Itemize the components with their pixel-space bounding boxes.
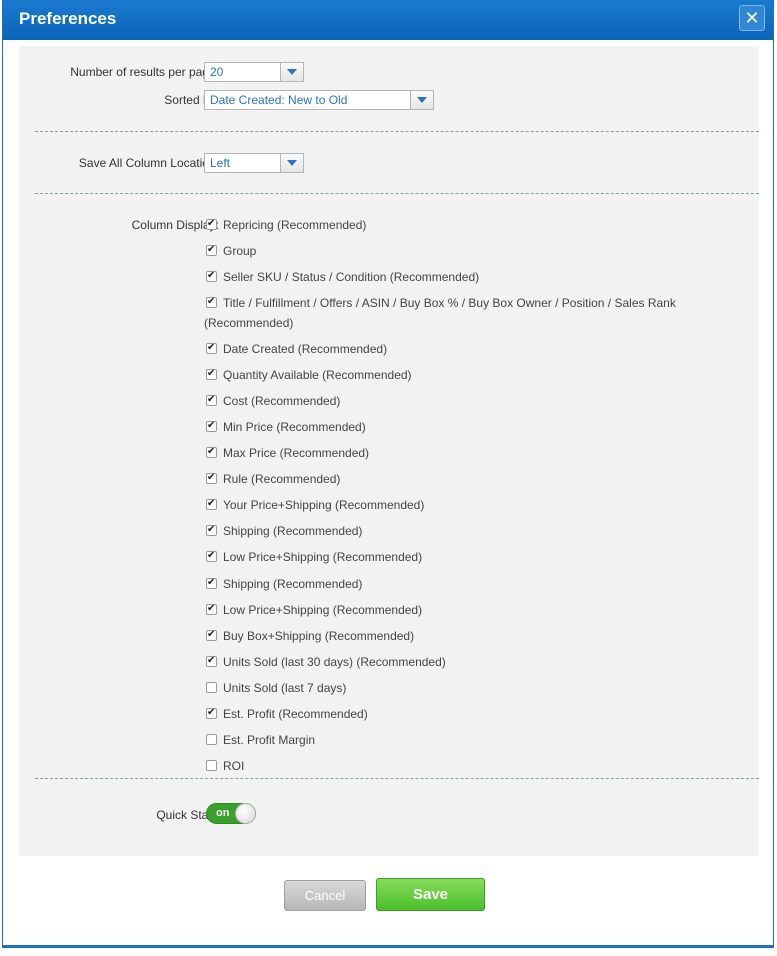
dialog-title: Preferences <box>19 9 117 28</box>
column-option-label: Low Price+Shipping (Recommended) <box>223 550 423 564</box>
chevron-down-icon <box>410 91 433 109</box>
column-option-label: Group <box>223 244 257 258</box>
checkbox[interactable] <box>206 682 217 693</box>
column-option-label: Est. Profit (Recommended) <box>223 707 368 721</box>
toggle-knob[interactable] <box>235 803 256 824</box>
column-option[interactable]: Est. Profit Margin <box>206 733 315 747</box>
close-icon[interactable]: ✕ <box>739 5 765 31</box>
column-option[interactable]: Seller SKU / Status / Condition (Recomme… <box>206 269 480 284</box>
checkbox[interactable] <box>206 471 217 485</box>
sorted-by-value: Date Created: New to Old <box>210 93 348 107</box>
column-option-label: Low Price+Shipping (Recommended) <box>223 603 423 617</box>
checkbox[interactable] <box>206 445 217 459</box>
column-option-label: Est. Profit Margin <box>223 733 316 747</box>
column-location-select[interactable]: Left <box>204 153 304 173</box>
column-option[interactable]: Your Price+Shipping (Recommended) <box>206 497 425 512</box>
column-option-label: Repricing (Recommended) <box>223 218 367 232</box>
column-option-label: Units Sold (last 30 days) (Recommended) <box>223 655 446 669</box>
column-option-label: Min Price (Recommended) <box>223 420 366 434</box>
results-per-page-value: 20 <box>210 65 224 79</box>
column-option-label: Shipping (Recommended) <box>223 577 363 591</box>
column-option[interactable]: Shipping (Recommended) <box>206 523 363 538</box>
checkbox[interactable] <box>206 341 217 355</box>
column-option[interactable]: Date Created (Recommended) <box>206 341 388 356</box>
column-option[interactable]: Cost (Recommended) <box>206 393 341 408</box>
column-option[interactable]: Est. Profit (Recommended) <box>206 706 368 721</box>
column-option[interactable]: Low Price+Shipping (Recommended) <box>206 602 423 617</box>
checkbox[interactable] <box>206 295 217 309</box>
checkbox[interactable] <box>206 419 217 433</box>
column-option[interactable]: Group <box>206 243 257 258</box>
save-button[interactable]: Save <box>376 878 485 911</box>
column-option-label: ROI <box>223 759 245 773</box>
cancel-button[interactable]: Cancel <box>284 880 366 911</box>
checkbox[interactable] <box>206 243 217 257</box>
sorted-by-select[interactable]: Date Created: New to Old <box>204 90 434 110</box>
column-option[interactable]: Units Sold (last 30 days) (Recommended) <box>206 654 446 669</box>
chevron-down-icon <box>280 154 303 172</box>
section-divider <box>35 778 759 779</box>
sorted-by-label: Sorted by: <box>164 93 219 107</box>
column-option[interactable]: Title / Fulfillment / Offers / ASIN / Bu… <box>204 295 676 330</box>
dialog-title-bar: Preferences ✕ <box>3 0 773 40</box>
column-option-label: Cost (Recommended) <box>223 394 341 408</box>
checkbox[interactable] <box>206 523 217 537</box>
results-per-page-select[interactable]: 20 <box>204 62 304 82</box>
chevron-down-icon <box>280 63 303 81</box>
checkbox[interactable] <box>206 497 217 511</box>
column-option-label: Your Price+Shipping (Recommended) <box>223 498 425 512</box>
checkbox[interactable] <box>206 393 217 407</box>
quick-start-state: on <box>216 807 230 819</box>
column-option-label: Units Sold (last 7 days) <box>223 681 347 695</box>
section-divider <box>35 193 759 194</box>
preferences-panel: Number of results per page: 20 Sorted by… <box>19 46 759 856</box>
column-option-label: Date Created (Recommended) <box>223 342 388 356</box>
column-location-label: Save All Column Location: <box>78 156 219 170</box>
checkbox[interactable] <box>206 760 217 771</box>
column-option[interactable]: Repricing (Recommended) <box>206 217 367 232</box>
column-option[interactable]: Buy Box+Shipping (Recommended) <box>206 628 415 643</box>
checkbox[interactable] <box>206 367 217 381</box>
column-option[interactable]: Rule (Recommended) <box>206 471 341 486</box>
column-option[interactable]: Shipping (Recommended) <box>206 576 363 591</box>
quick-start-toggle[interactable]: on <box>206 803 256 824</box>
column-option[interactable]: Max Price (Recommended) <box>206 445 370 460</box>
column-option[interactable]: Min Price (Recommended) <box>206 419 366 434</box>
column-option-label-continued: (Recommended) <box>204 316 294 330</box>
preferences-dialog: Preferences ✕ Number of results per page… <box>2 0 774 948</box>
checkbox[interactable] <box>206 549 217 563</box>
checkbox[interactable] <box>206 654 217 668</box>
checkbox[interactable] <box>206 628 217 642</box>
checkbox[interactable] <box>206 269 217 283</box>
column-option-label: Max Price (Recommended) <box>223 446 370 460</box>
column-display-label: Column Display: <box>131 218 219 232</box>
column-option-label: Seller SKU / Status / Condition (Recomme… <box>223 270 480 284</box>
results-per-page-label: Number of results per page: <box>70 65 219 79</box>
column-location-value: Left <box>210 156 231 170</box>
checkbox[interactable] <box>206 217 217 231</box>
checkbox[interactable] <box>206 602 217 616</box>
column-option[interactable]: Low Price+Shipping (Recommended) <box>206 549 423 564</box>
column-option[interactable]: Quantity Available (Recommended) <box>206 367 412 382</box>
column-option-label: Buy Box+Shipping (Recommended) <box>223 629 415 643</box>
column-option[interactable]: Units Sold (last 7 days) <box>206 681 346 695</box>
column-option-label: Rule (Recommended) <box>223 472 341 486</box>
checkbox[interactable] <box>206 734 217 745</box>
checkbox[interactable] <box>206 576 217 590</box>
section-divider <box>35 131 759 132</box>
column-option-label: Shipping (Recommended) <box>223 524 363 538</box>
quick-start-label: Quick Start: <box>156 808 219 822</box>
column-option[interactable]: ROI <box>206 759 244 773</box>
checkbox[interactable] <box>206 706 217 720</box>
column-option-label: Title / Fulfillment / Offers / ASIN / Bu… <box>223 296 676 310</box>
column-option-label: Quantity Available (Recommended) <box>223 368 412 382</box>
